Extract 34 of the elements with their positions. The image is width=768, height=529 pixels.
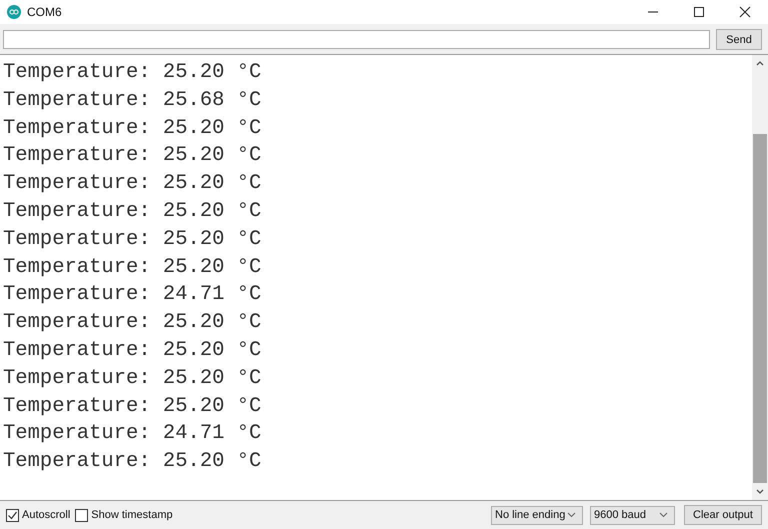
scroll-up-icon[interactable] <box>756 61 764 66</box>
output-line: Temperature: 25.20 °C <box>3 171 262 198</box>
output-line: Temperature: 25.20 °C <box>3 254 262 281</box>
scrollbar-thumb[interactable] <box>753 134 767 483</box>
output-line: Temperature: 25.20 °C <box>3 394 262 420</box>
output-line: Temperature: 25.20 °C <box>3 310 262 336</box>
close-icon[interactable] <box>739 6 751 18</box>
output-line: Temperature: 24.71 °C <box>3 421 262 448</box>
checkbox[interactable] <box>6 508 19 522</box>
window-title: COM6 <box>27 5 62 19</box>
app-logo-icon <box>7 5 21 19</box>
maximize-icon[interactable] <box>693 6 705 18</box>
output-line: Temperature: 25.20 °C <box>3 143 262 170</box>
chevron-down-icon <box>567 512 576 518</box>
checkbox-label: Show timestamp <box>91 509 173 521</box>
scrollbar[interactable] <box>752 55 768 500</box>
output-line: Temperature: 25.20 °C <box>3 449 262 476</box>
output-line: Temperature: 25.20 °C <box>3 60 262 86</box>
checkbox[interactable] <box>75 508 88 522</box>
output-line: Temperature: 25.20 °C <box>3 226 262 253</box>
scroll-down-icon[interactable] <box>756 489 764 494</box>
baud-rate-dropdown[interactable]: 9600 baud <box>590 506 675 524</box>
clear-output-button[interactable]: Clear output <box>684 505 762 525</box>
checkbox-label: Autoscroll <box>22 509 70 521</box>
output-line: Temperature: 25.20 °C <box>3 198 262 225</box>
output-line: Temperature: 25.20 °C <box>3 116 262 142</box>
output-line: Temperature: 24.71 °C <box>3 282 262 308</box>
message-input-field[interactable] <box>3 30 710 49</box>
chevron-down-icon <box>659 512 668 518</box>
line-ending-dropdown[interactable]: No line ending <box>491 506 583 524</box>
output-line: Temperature: 25.20 °C <box>3 366 262 392</box>
output-line: Temperature: 25.68 °C <box>3 88 262 114</box>
output-line: Temperature: 25.20 °C <box>3 338 262 364</box>
send-button[interactable]: Send <box>716 29 762 50</box>
